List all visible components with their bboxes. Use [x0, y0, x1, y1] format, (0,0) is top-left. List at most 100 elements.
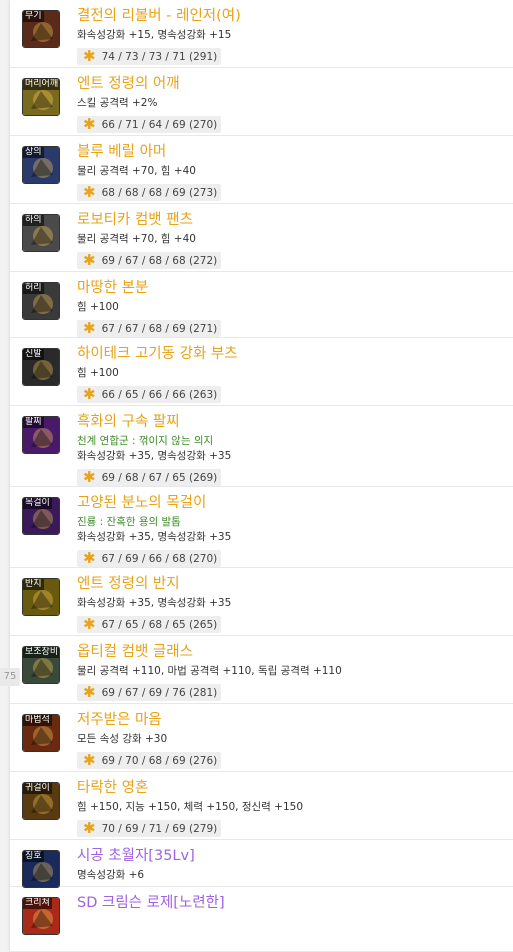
item-name[interactable]: 결전의 리볼버 - 레인저(여) — [77, 7, 241, 25]
item-slot-label: 크리쳐 — [23, 898, 52, 909]
equipment-item[interactable]: 보조장비 옵티컬 컴뱃 글래스물리 공격력 +110, 마법 공격력 +110, … — [10, 636, 513, 704]
item-slot-label: 신발 — [23, 349, 44, 360]
item-set-option: 진룡 : 잔혹한 용의 발톱 — [77, 516, 181, 528]
item-name[interactable]: 저주받은 마음 — [77, 711, 162, 729]
item-slot-label: 하의 — [23, 215, 44, 226]
item-name[interactable]: SD 크림슨 로제[노련한] — [77, 894, 225, 912]
item-icon[interactable]: 상의 — [22, 146, 60, 184]
star-icon: ✱ — [83, 683, 96, 701]
item-name[interactable]: 타락한 영혼 — [77, 779, 148, 797]
equipment-item[interactable]: 신발 하이테크 고기동 강화 부츠힘 +100 ✱ 66 / 65 / 66 / 66… — [10, 338, 513, 406]
star-icon: ✱ — [83, 615, 96, 633]
item-slot-label: 팔찌 — [23, 417, 44, 428]
star-icon: ✱ — [83, 47, 96, 65]
star-icon: ✱ — [83, 251, 96, 269]
item-option: 화속성강화 +15, 명속성강화 +15 — [77, 29, 232, 41]
item-name[interactable]: 옵티컬 컴뱃 글래스 — [77, 643, 193, 661]
equipment-item[interactable]: 하의 로보티카 컴뱃 팬츠 물리 공격력 +70, 힘 +40 ✱ 69 / 67 / … — [10, 204, 513, 272]
item-icon[interactable]: 반지 — [22, 578, 60, 616]
item-name[interactable]: 시공 초월자[35Lv] — [77, 847, 195, 865]
item-stat-text: 66 / 65 / 66 / 66 (263) — [101, 389, 218, 401]
item-stat-box: ✱ 70 / 69 / 71 / 69 (279) — [77, 819, 222, 837]
item-stat-box: ✱ 69 / 70 / 68 / 69 (276) — [77, 752, 222, 769]
item-stat-box: ✱ 69 / 68 / 67 / 65 (269) — [77, 468, 222, 486]
item-stat-box: ✱ 68 / 68 / 68 / 69 (273) — [77, 183, 222, 201]
equipment-item[interactable]: 목걸이 고양된 분노의 목걸이진룡 : 잔혹한 용의 발톱화속성강화 +35, 명… — [10, 487, 513, 568]
equipment-item[interactable]: 무기 결전의 리볼버 - 레인저(여) 화속성강화 +15, 명속성강화 +15 ✱ 7… — [10, 0, 513, 68]
item-option: 화속성강화 +35, 명속성강화 +35 — [77, 450, 232, 462]
star-icon: ✱ — [83, 468, 96, 486]
item-name[interactable]: 블루 베릴 아머 — [77, 143, 166, 161]
equipment-item[interactable]: 팔찌 흑화의 구속 팔찌천계 연합군 : 꺾이지 않는 의지화속성강화 +35, … — [10, 406, 513, 487]
item-stat-text: 69 / 67 / 69 / 76 (281) — [101, 687, 218, 699]
item-option: 화속성강화 +35, 명속성강화 +35 — [77, 531, 232, 543]
item-icon[interactable]: 신발 — [22, 348, 60, 386]
item-slot-label: 귀걸이 — [23, 783, 52, 794]
item-icon[interactable]: 마법석 — [22, 714, 60, 752]
item-name[interactable]: 엔트 정령의 반지 — [77, 575, 180, 593]
item-slot-label: 허리 — [23, 283, 44, 294]
item-option: 힘 +150, 지능 +150, 체력 +150, 정신력 +150 — [77, 801, 304, 813]
item-icon[interactable]: 팔찌 — [22, 416, 60, 454]
item-slot-label: 보조장비 — [23, 647, 59, 658]
item-icon[interactable]: 귀걸이 — [22, 782, 60, 820]
item-option: 화속성강화 +35, 명속성강화 +35 — [77, 597, 232, 609]
item-stat-box: ✱ 67 / 67 / 68 / 69 (271) — [77, 319, 222, 337]
item-option: 힘 +100 — [77, 367, 119, 379]
equipment-item[interactable]: 크리쳐 SD 크림슨 로제[노련한] — [10, 887, 513, 952]
item-stat-text: 74 / 73 / 73 / 71 (291) — [101, 51, 218, 63]
item-slot-label: 무기 — [23, 11, 44, 22]
star-icon: ✱ — [83, 115, 96, 133]
item-icon[interactable]: 크리쳐 — [22, 897, 60, 935]
item-stat-text: 66 / 71 / 64 / 69 (270) — [101, 119, 218, 131]
star-icon: ✱ — [83, 819, 96, 837]
item-stat-box: ✱ 69 / 67 / 69 / 76 (281) — [77, 683, 222, 701]
equipment-panel: 무기 결전의 리볼버 - 레인저(여) 화속성강화 +15, 명속성강화 +15 ✱ 7… — [10, 0, 513, 952]
item-stat-box: ✱ 67 / 65 / 68 / 65 (265) — [77, 615, 222, 633]
equipment-item[interactable]: 반지 엔트 정령의 반지화속성강화 +35, 명속성강화 +35 ✱ 67 / 65 … — [10, 568, 513, 636]
item-option: 스킬 공격력 +2% — [77, 97, 158, 109]
item-option: 물리 공격력 +70, 힘 +40 — [77, 165, 196, 177]
item-name[interactable]: 흑화의 구속 팔찌 — [77, 413, 180, 431]
star-icon: ✱ — [83, 319, 96, 337]
equipment-item[interactable]: 귀걸이 타락한 영혼힘 +150, 지능 +150, 체력 +150, 정신력 +… — [10, 772, 513, 840]
equipment-item[interactable]: 허리 마땅한 본분힘 +100 ✱ 67 / 67 / 68 / 69 (271) — [10, 272, 513, 338]
item-icon[interactable]: 무기 — [22, 10, 60, 48]
equipment-item[interactable]: 상의 블루 베릴 아머물리 공격력 +70, 힘 +40 ✱ 68 / 68 / 68… — [10, 136, 513, 204]
item-icon[interactable]: 목걸이 — [22, 497, 60, 535]
equipment-item[interactable]: 마법석 저주받은 마음 모든 속성 강화 +30 ✱ 69 / 70 / 68 / 69… — [10, 704, 513, 772]
item-icon[interactable]: 칭호 — [22, 850, 60, 888]
item-name[interactable]: 고양된 분노의 목걸이 — [77, 494, 206, 512]
equipment-item[interactable]: 칭호 시공 초월자[35Lv] 명속성강화 +6 — [10, 840, 513, 888]
item-stat-text: 69 / 68 / 67 / 65 (269) — [101, 472, 218, 484]
item-slot-label: 상의 — [23, 147, 44, 158]
item-stat-box: ✱ 69 / 67 / 68 / 68 (272) — [77, 251, 222, 269]
side-tab[interactable]: 75 — [0, 668, 20, 686]
item-icon[interactable]: 하의 — [22, 214, 60, 252]
star-icon: ✱ — [83, 549, 96, 567]
item-name[interactable]: 로보티카 컴뱃 팬츠 — [77, 211, 193, 229]
item-stat-text: 69 / 70 / 68 / 69 (276) — [101, 755, 218, 767]
item-slot-label: 칭호 — [23, 851, 44, 862]
item-stat-text: 67 / 65 / 68 / 65 (265) — [101, 619, 218, 631]
item-icon[interactable]: 보조장비 — [22, 646, 60, 684]
star-icon: ✱ — [83, 183, 96, 201]
item-icon[interactable]: 허리 — [22, 282, 60, 320]
item-name[interactable]: 하이테크 고기동 강화 부츠 — [77, 345, 238, 363]
item-slot-label: 반지 — [23, 579, 44, 590]
item-stat-text: 67 / 69 / 66 / 68 (270) — [101, 553, 218, 565]
item-icon[interactable]: 머리어깨 — [22, 78, 60, 116]
item-slot-label: 머리어깨 — [23, 79, 59, 90]
star-icon: ✱ — [83, 385, 96, 403]
item-name[interactable]: 마땅한 본분 — [77, 279, 148, 297]
item-stat-box: ✱ 66 / 65 / 66 / 66 (263) — [77, 385, 222, 403]
item-set-option: 천계 연합군 : 꺾이지 않는 의지 — [77, 435, 214, 447]
item-option: 힘 +100 — [77, 301, 119, 313]
item-option: 물리 공격력 +110, 마법 공격력 +110, 독립 공격력 +110 — [77, 665, 342, 677]
item-stat-box: ✱ 74 / 73 / 73 / 71 (291) — [77, 47, 222, 65]
item-name[interactable]: 엔트 정령의 어깨 — [77, 75, 180, 93]
item-stat-box: ✱ 67 / 69 / 66 / 68 (270) — [77, 549, 222, 567]
equipment-item[interactable]: 머리어깨 엔트 정령의 어깨스킬 공격력 +2% ✱ 66 / 71 / 64 / 6… — [10, 68, 513, 136]
item-slot-label: 목걸이 — [23, 498, 52, 509]
item-stat-text: 69 / 67 / 68 / 68 (272) — [101, 255, 218, 267]
